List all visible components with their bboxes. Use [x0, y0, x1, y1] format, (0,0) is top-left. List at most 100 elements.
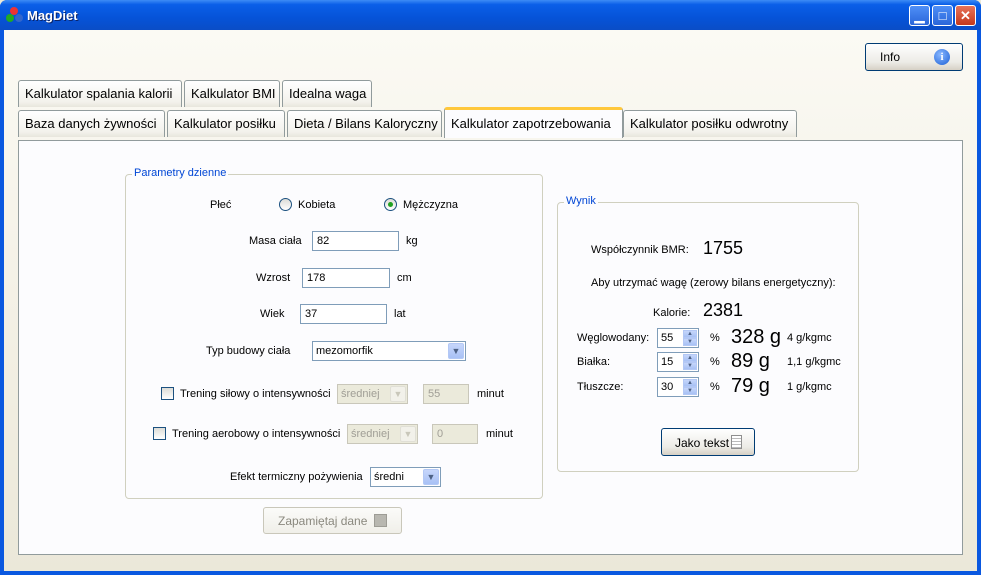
info-button[interactable]: Info i	[865, 43, 963, 71]
as-text-button-label: Jako tekst	[675, 436, 730, 450]
tab-requirement-calculator[interactable]: Kalkulator zapotrzebowania	[444, 107, 623, 138]
sex-male-radio[interactable]	[384, 198, 397, 211]
protein-label: Białka:	[577, 356, 611, 368]
percent-sign: %	[710, 356, 720, 368]
chevron-down-icon[interactable]: ▼	[400, 426, 416, 442]
chevron-down-icon[interactable]: ▼	[390, 386, 406, 402]
chevron-up-icon[interactable]: ▲	[683, 379, 697, 387]
height-unit: cm	[397, 272, 412, 284]
percent-sign: %	[710, 381, 720, 393]
sex-male-label[interactable]: Mężczyzna	[403, 199, 458, 211]
fat-percent-stepper[interactable]: 30 ▲ ▼	[657, 377, 699, 397]
chevron-down-icon[interactable]: ▼	[683, 338, 697, 346]
floppy-disk-icon	[374, 514, 387, 527]
as-text-button[interactable]: Jako tekst	[661, 428, 755, 456]
height-label: Wzrost	[256, 272, 291, 284]
params-group: Parametry dzienne Płeć Kobieta Mężczyzna…	[125, 167, 543, 499]
maximize-button[interactable]: □	[932, 5, 953, 26]
strength-unit: minut	[477, 388, 504, 400]
result-group: Wynik Współczynnik BMR: 1755 Aby utrzyma…	[557, 195, 859, 472]
title-bar[interactable]: MagDiet ▁ □ ✕	[0, 0, 981, 30]
protein-percent-value: 15	[661, 356, 674, 368]
carbs-grams: 328 g	[731, 326, 782, 348]
sex-label: Płeć	[210, 199, 232, 211]
maintain-text: Aby utrzymać wagę (zerowy bilans energet…	[591, 277, 836, 289]
strength-label[interactable]: Trening siłowy o intensywności	[180, 388, 331, 400]
spin-buttons[interactable]: ▲ ▼	[683, 330, 697, 346]
thermic-value: średni	[374, 471, 404, 483]
spin-buttons[interactable]: ▲ ▼	[683, 379, 697, 395]
percent-sign: %	[710, 332, 720, 344]
close-button[interactable]: ✕	[955, 5, 976, 26]
sex-female-radio[interactable]	[279, 198, 292, 211]
mass-input[interactable]: 82	[312, 231, 399, 251]
body-type-select[interactable]: mezomorfik ▼	[312, 341, 466, 361]
tab-label: Kalkulator zapotrzebowania	[451, 116, 611, 131]
tab-reverse-meal-calculator[interactable]: Kalkulator posiłku odwrotny	[623, 110, 797, 137]
chevron-down-icon[interactable]: ▼	[683, 362, 697, 370]
close-icon: ✕	[960, 8, 971, 23]
minimize-button[interactable]: ▁	[909, 5, 930, 26]
app-icon	[6, 7, 24, 23]
tab-panel: Parametry dzienne Płeć Kobieta Mężczyzna…	[18, 140, 963, 555]
result-group-title: Wynik	[564, 195, 598, 207]
window-title: MagDiet	[27, 8, 78, 23]
tab-label: Idealna waga	[289, 86, 367, 101]
tab-bmi[interactable]: Kalkulator BMI	[184, 80, 280, 107]
age-input[interactable]: 37	[300, 304, 387, 324]
fat-per-kg: 1 g/kgmc	[787, 381, 832, 393]
maximize-icon: □	[938, 8, 947, 23]
document-icon	[731, 435, 742, 449]
body-type-value: mezomorfik	[316, 345, 373, 357]
tab-calorie-burn[interactable]: Kalkulator spalania kalorii	[18, 80, 182, 107]
carbs-per-kg: 4 g/kgmc	[787, 332, 832, 344]
aerobic-checkbox[interactable]	[153, 427, 166, 440]
fat-percent-value: 30	[661, 381, 674, 393]
thermic-select[interactable]: średni ▼	[370, 467, 441, 487]
aerobic-minutes-input[interactable]: 0	[432, 424, 478, 444]
chevron-down-icon[interactable]: ▼	[448, 343, 464, 359]
spin-buttons[interactable]: ▲ ▼	[683, 354, 697, 370]
strength-intensity-select[interactable]: średniej ▼	[337, 384, 408, 404]
chevron-up-icon[interactable]: ▲	[683, 354, 697, 362]
tab-label: Kalkulator spalania kalorii	[25, 86, 173, 101]
tab-meal-calculator[interactable]: Kalkulator posiłku	[167, 110, 285, 137]
aerobic-unit: minut	[486, 428, 513, 440]
strength-minutes-input[interactable]: 55	[423, 384, 469, 404]
aerobic-intensity-select[interactable]: średniej ▼	[347, 424, 418, 444]
info-button-label: Info	[880, 50, 901, 64]
carbs-percent-value: 55	[661, 332, 674, 344]
fat-grams: 79 g	[731, 375, 770, 397]
save-button-label: Zapamiętaj dane	[278, 514, 368, 528]
strength-checkbox[interactable]	[161, 387, 174, 400]
tab-diet-balance[interactable]: Dieta / Bilans Kaloryczny	[287, 110, 442, 137]
chevron-down-icon[interactable]: ▼	[683, 387, 697, 395]
strength-intensity-value: średniej	[341, 388, 380, 400]
calories-label: Kalorie:	[653, 307, 691, 319]
tab-label: Dieta / Bilans Kaloryczny	[294, 116, 438, 131]
tab-ideal-weight[interactable]: Idealna waga	[282, 80, 372, 107]
chevron-down-icon[interactable]: ▼	[423, 469, 439, 485]
mass-label: Masa ciała	[249, 235, 302, 247]
save-data-button[interactable]: Zapamiętaj dane	[263, 507, 402, 534]
bmr-label: Współczynnik BMR:	[591, 244, 689, 256]
carbs-percent-stepper[interactable]: 55 ▲ ▼	[657, 328, 699, 348]
height-input[interactable]: 178	[302, 268, 390, 288]
calories-value: 2381	[703, 300, 744, 320]
params-group-title: Parametry dzienne	[132, 167, 229, 179]
protein-grams: 89 g	[731, 350, 770, 372]
tab-label: Kalkulator BMI	[191, 86, 276, 101]
age-label: Wiek	[260, 308, 285, 320]
protein-percent-stepper[interactable]: 15 ▲ ▼	[657, 352, 699, 372]
tab-food-database[interactable]: Baza danych żywności	[18, 110, 165, 137]
chevron-up-icon[interactable]: ▲	[683, 330, 697, 338]
body-type-label: Typ budowy ciała	[206, 345, 291, 357]
sex-female-label[interactable]: Kobieta	[298, 199, 335, 211]
tab-label: Kalkulator posiłku	[174, 116, 276, 131]
info-icon: i	[934, 49, 950, 65]
thermic-label: Efekt termiczny pożywienia	[230, 471, 363, 483]
age-unit: lat	[394, 308, 406, 320]
protein-per-kg: 1,1 g/kgmc	[787, 356, 841, 368]
aerobic-label[interactable]: Trening aerobowy o intensywności	[172, 428, 340, 440]
minimize-icon: ▁	[914, 8, 925, 23]
